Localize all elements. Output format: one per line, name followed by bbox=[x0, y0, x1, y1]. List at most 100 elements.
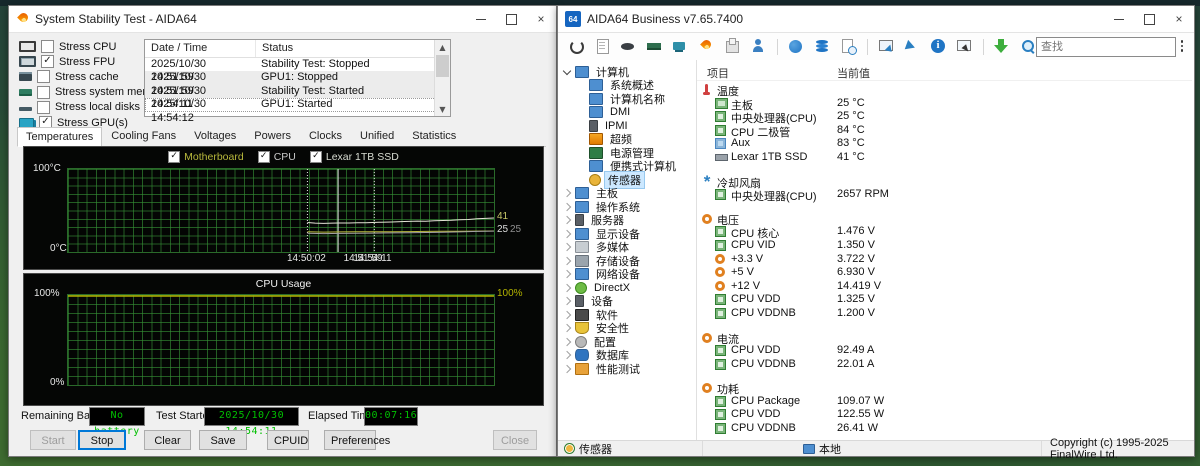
legend-checkbox[interactable]: ✓ bbox=[168, 151, 180, 163]
preferences-button[interactable]: Preferences bbox=[324, 430, 376, 450]
sensor-row-cpu-vddnb[interactable]: CPU VDDNB1.200 V bbox=[697, 307, 1194, 321]
tab-statistics[interactable]: Statistics bbox=[403, 126, 465, 146]
tree-item-网络设备[interactable]: 网络设备 bbox=[558, 268, 696, 282]
tab-temperatures[interactable]: Temperatures bbox=[17, 127, 102, 147]
package-icon[interactable] bbox=[724, 38, 741, 55]
chevron-right-icon[interactable] bbox=[563, 311, 571, 319]
tab-clocks[interactable]: Clocks bbox=[300, 126, 351, 146]
tab-powers[interactable]: Powers bbox=[245, 126, 300, 146]
sensor-row-3-3-v[interactable]: +3.3 V3.722 V bbox=[697, 253, 1194, 267]
user-icon[interactable] bbox=[750, 38, 767, 55]
tab-cooling-fans[interactable]: Cooling Fans bbox=[102, 126, 185, 146]
video-icon[interactable] bbox=[672, 38, 689, 55]
refresh-icon[interactable] bbox=[568, 38, 585, 55]
sensor-row-cpu-vddnb[interactable]: CPU VDDNB26.41 W bbox=[697, 422, 1194, 436]
tab-unified[interactable]: Unified bbox=[351, 126, 403, 146]
aida64-titlebar[interactable]: 64 AIDA64 Business v7.65.7400 × bbox=[558, 6, 1194, 33]
close-button[interactable]: × bbox=[1164, 6, 1194, 32]
chevron-right-icon[interactable] bbox=[563, 243, 571, 251]
sensor-row-aux[interactable]: Aux83 °C bbox=[697, 137, 1194, 151]
tree-item-dmi[interactable]: DMI bbox=[558, 106, 696, 120]
sensor-row-cpu-二极管[interactable]: CPU 二极管84 °C bbox=[697, 124, 1194, 138]
sensor-panel-icon[interactable] bbox=[620, 38, 637, 55]
log-header[interactable]: Date / Time Status bbox=[145, 40, 450, 58]
sensor-row-cpu-vid[interactable]: CPU VID1.350 V bbox=[697, 239, 1194, 253]
chevron-right-icon[interactable] bbox=[563, 324, 571, 332]
sensor-row-cpu-vdd[interactable]: CPU VDD1.325 V bbox=[697, 293, 1194, 307]
chevron-right-icon[interactable] bbox=[563, 257, 571, 265]
checkbox[interactable] bbox=[37, 86, 50, 99]
close-button[interactable]: × bbox=[526, 6, 556, 32]
info-icon[interactable] bbox=[930, 38, 947, 55]
maximize-button[interactable] bbox=[496, 6, 526, 32]
scroll-down-icon[interactable]: ▼ bbox=[435, 102, 450, 116]
legend-item-motherboard[interactable]: ✓Motherboard bbox=[168, 151, 244, 163]
tree-item-设备[interactable]: 设备 bbox=[558, 295, 696, 309]
clear-button[interactable]: Clear bbox=[144, 430, 191, 450]
sensor-row-cpu-核心[interactable]: CPU 核心1.476 V bbox=[697, 225, 1194, 239]
chevron-right-icon[interactable] bbox=[563, 338, 571, 346]
sensor-row-lexar-1tb-ssd[interactable]: Lexar 1TB SSD41 °C bbox=[697, 151, 1194, 165]
chevron-right-icon[interactable] bbox=[563, 189, 571, 197]
tree-item-性能测试[interactable]: 性能测试 bbox=[558, 362, 696, 376]
chevron-right-icon[interactable] bbox=[563, 216, 571, 224]
stability-test-titlebar[interactable]: System Stability Test - AIDA64 × bbox=[9, 6, 556, 33]
sensor-group-温度[interactable]: 温度 bbox=[697, 83, 1194, 97]
cpuid-button[interactable]: CPUID bbox=[267, 430, 309, 450]
stability-test-icon[interactable] bbox=[698, 38, 715, 55]
tree-item-操作系统[interactable]: 操作系统 bbox=[558, 200, 696, 214]
sensor-row-cpu-vdd[interactable]: CPU VDD92.49 A bbox=[697, 344, 1194, 358]
stop-button[interactable]: Stop bbox=[78, 430, 126, 450]
remote-send-icon[interactable] bbox=[904, 38, 921, 55]
tree-item-安全性[interactable]: 安全性 bbox=[558, 322, 696, 336]
sensor-column-headers[interactable]: 项目 当前值 bbox=[697, 64, 1192, 81]
sensor-group-冷却风扇[interactable]: 冷却风扇 bbox=[697, 175, 1194, 189]
chevron-right-icon[interactable] bbox=[563, 365, 571, 373]
tab-voltages[interactable]: Voltages bbox=[185, 126, 245, 146]
sensor-row-12-v[interactable]: +12 V14.419 V bbox=[697, 280, 1194, 294]
chevron-right-icon[interactable] bbox=[563, 270, 571, 278]
find-icon[interactable] bbox=[1020, 38, 1037, 55]
start-button[interactable]: Start bbox=[30, 430, 76, 450]
web-icon[interactable] bbox=[788, 38, 805, 55]
chevron-right-icon[interactable] bbox=[563, 230, 571, 238]
scroll-thumb[interactable] bbox=[436, 55, 449, 77]
sensor-group-功耗[interactable]: 功耗 bbox=[697, 381, 1194, 395]
remote-control-icon[interactable] bbox=[956, 38, 973, 55]
sensor-row-cpu-vdd[interactable]: CPU VDD122.55 W bbox=[697, 408, 1194, 422]
tree-item-计算机名称[interactable]: 计算机名称 bbox=[558, 92, 696, 106]
update-icon[interactable] bbox=[994, 38, 1011, 55]
checkbox[interactable]: ✓ bbox=[41, 55, 54, 68]
close-button[interactable]: Close bbox=[493, 430, 537, 450]
checkbox[interactable] bbox=[37, 70, 50, 83]
remote-monitor-icon[interactable] bbox=[878, 38, 895, 55]
log-row[interactable]: 2025/10/30 14:51:59GPU1: Stopped bbox=[145, 71, 450, 84]
memory-icon[interactable] bbox=[646, 38, 663, 55]
sensor-group-电流[interactable]: 电流 bbox=[697, 331, 1194, 345]
sensor-row-cpu-vddnb[interactable]: CPU VDDNB22.01 A bbox=[697, 358, 1194, 372]
log-column-datetime[interactable]: Date / Time bbox=[145, 40, 256, 57]
checkbox[interactable] bbox=[41, 40, 54, 53]
scroll-up-icon[interactable]: ▲ bbox=[435, 40, 450, 54]
sensor-row-5-v[interactable]: +5 V6.930 V bbox=[697, 266, 1194, 280]
log-column-status[interactable]: Status bbox=[256, 40, 450, 57]
legend-item-cpu[interactable]: ✓CPU bbox=[258, 151, 296, 163]
log-row[interactable]: 2025/10/30 14:54:11Stability Test: Start… bbox=[145, 85, 450, 98]
save-button[interactable]: Save bbox=[199, 430, 247, 450]
sensor-group-电压[interactable]: 电压 bbox=[697, 212, 1194, 226]
search-input[interactable] bbox=[1036, 37, 1176, 57]
report-icon[interactable] bbox=[594, 38, 611, 55]
chevron-right-icon[interactable] bbox=[563, 297, 571, 305]
chevron-down-icon[interactable] bbox=[563, 67, 571, 75]
log-row[interactable]: 2025/10/30 14:51:59Stability Test: Stopp… bbox=[145, 58, 450, 71]
sensor-row-中央处理器-cpu[interactable]: 中央处理器(CPU)2657 RPM bbox=[697, 188, 1194, 202]
maximize-button[interactable] bbox=[1134, 6, 1164, 32]
legend-checkbox[interactable]: ✓ bbox=[310, 151, 322, 163]
log-row[interactable]: 2025/10/30 14:54:12GPU1: Started bbox=[145, 98, 450, 111]
sensor-row-主板[interactable]: 主板25 °C bbox=[697, 97, 1194, 111]
chevron-right-icon[interactable] bbox=[563, 284, 571, 292]
legend-checkbox[interactable]: ✓ bbox=[258, 151, 270, 163]
legend-item-lexar-1tb-ssd[interactable]: ✓Lexar 1TB SSD bbox=[310, 151, 399, 163]
checkbox[interactable] bbox=[37, 101, 50, 114]
tree-item-directx[interactable]: DirectX bbox=[558, 281, 696, 295]
